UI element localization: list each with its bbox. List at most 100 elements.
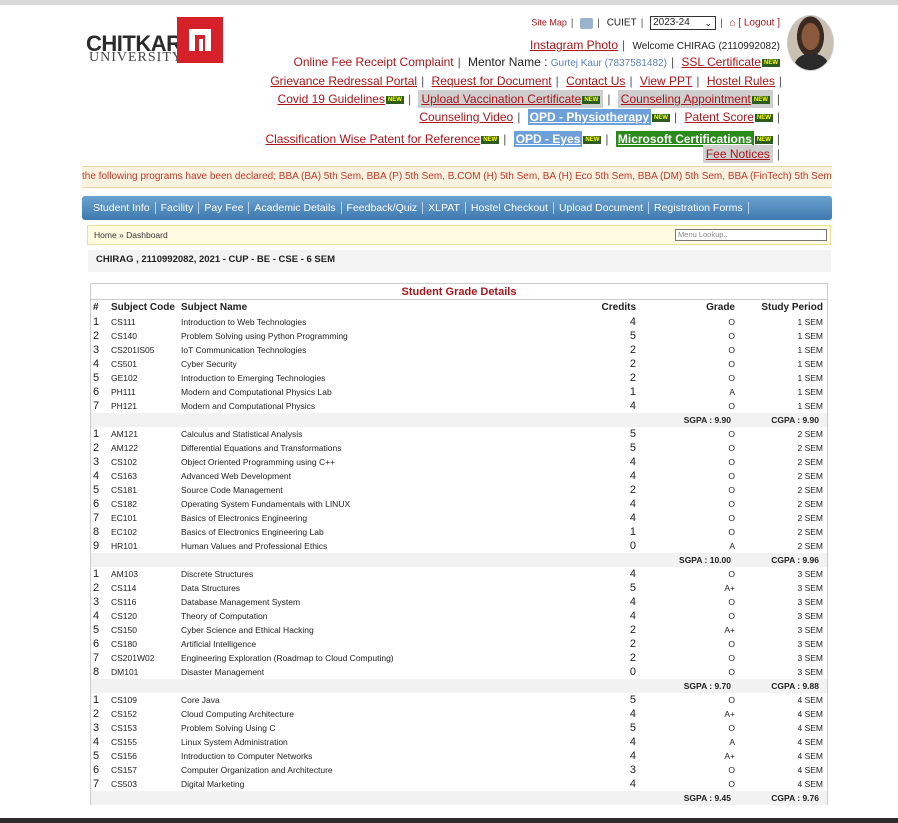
nav-item[interactable]: Student Info [88, 202, 156, 214]
counseling-appointment-link[interactable]: Counseling Appointment [621, 92, 751, 106]
cell-credits: 2 [629, 358, 636, 370]
cell-grade: A+ [724, 751, 735, 761]
fee-notices-link[interactable]: Fee Notices [706, 147, 770, 161]
cell-grade: O [728, 331, 735, 341]
cell-num: 7 [93, 778, 100, 790]
request-document-link[interactable]: Request for Document [432, 74, 552, 88]
ssl-certificate-link[interactable]: SSL Certificate [681, 55, 761, 69]
cell-credits: 1 [629, 386, 636, 398]
cell-period: 3 SEM [797, 583, 823, 593]
avatar [787, 15, 834, 71]
cell-credits: 0 [629, 540, 636, 552]
nav-item[interactable]: Upload Document [554, 202, 649, 214]
opd-eyes-link[interactable]: OPD - Eyes [513, 131, 583, 147]
contact-us-link[interactable]: Contact Us [566, 74, 625, 88]
view-ppt-link[interactable]: View PPT [640, 74, 692, 88]
logo-sub: UNIVERSITY [89, 50, 183, 65]
col-code: Subject Code [111, 302, 175, 313]
cell-name: Basics of Electronics Engineering [181, 513, 308, 523]
cell-num: 3 [93, 456, 100, 468]
cell-code: CS109 [111, 695, 137, 705]
hostel-rules-link[interactable]: Hostel Rules [707, 74, 775, 88]
cell-grade: O [728, 779, 735, 789]
cell-credits: 2 [629, 638, 636, 650]
covid-guidelines-link[interactable]: Covid 19 Guidelines [278, 92, 385, 106]
cell-name: Core Java [181, 695, 220, 705]
upload-vaccination-link[interactable]: Upload Vaccination Certificate [421, 92, 581, 106]
counseling-video-link[interactable]: Counseling Video [419, 110, 513, 124]
cell-num: 6 [93, 638, 100, 650]
table-row: 2 CS114 Data Structures 5 A+ 3 SEM [91, 581, 827, 595]
new-badge-icon: NEW [582, 95, 601, 104]
table-row: 7 CS201W02 Engineering Exploration (Roadma… [91, 651, 827, 665]
cell-name: Engineering Exploration (Roadmap to Clou… [181, 653, 394, 663]
nav-item[interactable]: Facility [156, 202, 200, 214]
cell-name: Computer Organization and Architecture [181, 765, 333, 775]
grievance-link[interactable]: Grievance Redressal Portal [270, 74, 417, 88]
logo-mark-icon [177, 17, 223, 63]
semester-summary-row: SGPA : 9.70 CGPA : 9.88 [91, 679, 827, 693]
university-logo[interactable]: CHITKARA UNIVERSITY [86, 17, 226, 69]
cell-period: 2 SEM [797, 443, 823, 453]
year-select[interactable]: 2023-24 ⌄ [650, 16, 717, 30]
home-icon[interactable]: ⌂ [729, 18, 735, 29]
cell-grade: O [728, 765, 735, 775]
site-map-link[interactable]: Site Map [531, 18, 567, 28]
instagram-photo-link[interactable]: Instagram Photo [530, 38, 618, 52]
cell-period: 1 SEM [797, 359, 823, 369]
nav-item[interactable]: XLPAT [423, 202, 466, 214]
cell-code: CS182 [111, 499, 137, 509]
nav-item[interactable]: Hostel Checkout [466, 202, 554, 214]
cell-grade: A+ [724, 709, 735, 719]
cell-num: 1 [93, 568, 100, 580]
cgpa-value: CGPA : 9.88 [771, 681, 819, 691]
classification-patent-link[interactable]: Classification Wise Patent for Reference [265, 132, 480, 146]
settings-icon[interactable] [580, 17, 594, 29]
nav-item[interactable]: Feedback/Quiz [342, 202, 424, 214]
patent-score-link[interactable]: Patent Score [685, 110, 754, 124]
table-row: 2 AM122 Differential Equations and Transfo… [91, 441, 827, 455]
cell-grade: A [729, 541, 735, 551]
cell-period: 1 SEM [797, 373, 823, 383]
cell-credits: 2 [629, 484, 636, 496]
new-badge-icon: NEW [481, 135, 500, 144]
cell-period: 3 SEM [797, 611, 823, 621]
cell-name: Theory of Computation [181, 611, 268, 621]
sgpa-value: SGPA : 10.00 [679, 555, 731, 565]
cgpa-value: CGPA : 9.96 [771, 555, 819, 565]
cell-grade: O [728, 527, 735, 537]
cell-credits: 3 [629, 764, 636, 776]
announcement-marquee[interactable]: the following programs have been declare… [82, 166, 832, 188]
cell-name: Digital Marketing [181, 779, 245, 789]
cell-num: 4 [93, 736, 100, 748]
menu-lookup-input[interactable]: Menu Lookup.. [675, 229, 827, 241]
cell-name: Artificial Intelligence [181, 639, 257, 649]
table-row: 8 DM101 Disaster Management 0 O 3 SEM [91, 665, 827, 679]
grade-table-header: # Subject Code Subject Name Credits Grad… [91, 301, 827, 315]
table-row: 1 CS111 Introduction to Web Technologies 4 O… [91, 315, 827, 329]
cell-code: CS120 [111, 611, 137, 621]
nav-item[interactable]: Pay Fee [199, 202, 250, 214]
table-row: 5 CS181 Source Code Management 2 O 2 SEM [91, 483, 827, 497]
cell-period: 1 SEM [797, 317, 823, 327]
sgpa-value: SGPA : 9.70 [683, 681, 731, 691]
cell-period: 4 SEM [797, 723, 823, 733]
cell-num: 2 [93, 330, 100, 342]
cell-credits: 5 [629, 330, 636, 342]
table-row: 1 AM121 Calculus and Statistical Analysis 5… [91, 427, 827, 441]
breadcrumb[interactable]: Home » Dashboard [94, 230, 168, 240]
cell-grade: O [728, 373, 735, 383]
nav-item[interactable]: Registration Forms [649, 202, 749, 214]
table-row: 3 CS153 Problem Solving Using C 5 O 4 SEM [91, 721, 827, 735]
cell-grade: O [728, 317, 735, 327]
opd-physiotherapy-link[interactable]: OPD - Physiotherapy [527, 109, 652, 125]
cell-code: CS503 [111, 779, 137, 789]
logout-link[interactable]: [ Logout ] [738, 18, 780, 29]
nav-item[interactable]: Academic Details [249, 202, 342, 214]
online-fee-complaint-link[interactable]: Online Fee Receipt Complaint [294, 55, 454, 69]
cell-code: CS501 [111, 359, 137, 369]
cell-period: 4 SEM [797, 695, 823, 705]
cell-grade: O [728, 499, 735, 509]
cell-credits: 4 [629, 470, 636, 482]
cell-num: 3 [93, 596, 100, 608]
